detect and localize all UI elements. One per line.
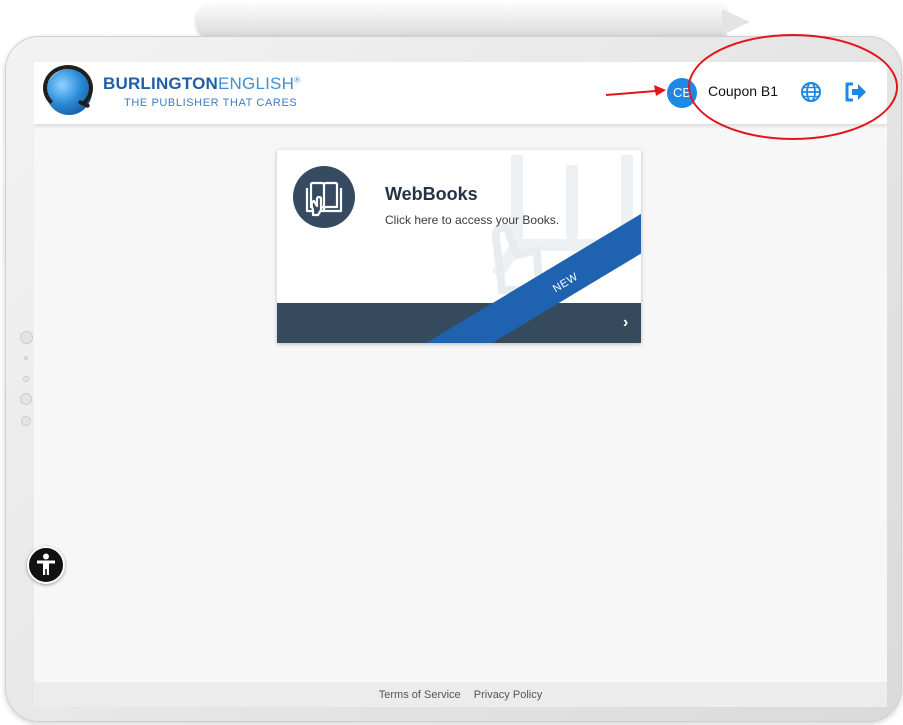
arrow-icon bbox=[605, 85, 666, 96]
book-hand-icon bbox=[305, 181, 343, 217]
app-screen: BURLINGTONENGLISH® THE PUBLISHER THAT CA… bbox=[34, 62, 887, 707]
brand-name: BURLINGTONENGLISH® bbox=[103, 74, 300, 94]
webbooks-icon bbox=[293, 166, 355, 228]
tablet-side-dot bbox=[24, 356, 28, 360]
stylus-pencil bbox=[196, 5, 726, 38]
brand-name-bold: BURLINGTON bbox=[103, 74, 219, 93]
brand-tagline: THE PUBLISHER THAT CARES bbox=[124, 97, 298, 109]
tablet-side-button bbox=[21, 416, 31, 426]
tablet-side-button bbox=[20, 331, 33, 344]
highlight-ellipse bbox=[688, 34, 898, 140]
card-title: WebBooks bbox=[385, 184, 478, 204]
registered-mark: ® bbox=[294, 75, 301, 85]
stylus-tip bbox=[722, 9, 750, 35]
webbooks-card[interactable]: WebBooks Click here to access your Books… bbox=[277, 150, 641, 343]
privacy-policy-link[interactable]: Privacy Policy bbox=[474, 689, 542, 701]
brand-name-light: ENGLISH bbox=[218, 74, 295, 93]
card-description: Click here to access your Books. bbox=[385, 213, 560, 227]
footer-links: Terms of Service Privacy Policy bbox=[34, 689, 887, 701]
accessibility-icon bbox=[37, 553, 55, 575]
terms-of-service-link[interactable]: Terms of Service bbox=[379, 689, 461, 701]
tablet-side-button bbox=[20, 393, 32, 405]
accessibility-button[interactable] bbox=[27, 546, 65, 584]
tablet-side-dot bbox=[23, 376, 29, 382]
chevron-right-icon[interactable]: › bbox=[623, 314, 628, 332]
